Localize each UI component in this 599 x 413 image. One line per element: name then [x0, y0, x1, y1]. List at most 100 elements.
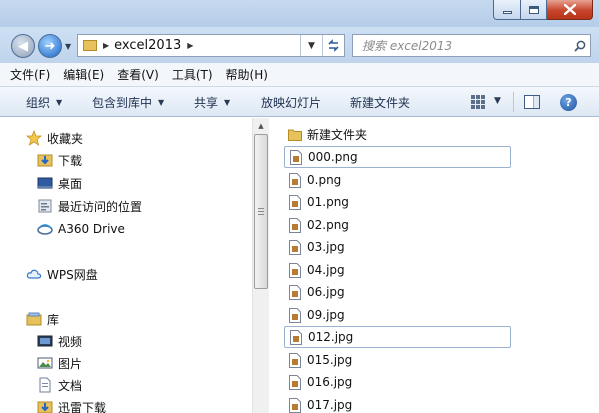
list-item-file[interactable]: 012.jpg	[284, 326, 511, 348]
image-file-icon	[288, 374, 302, 390]
list-item-file[interactable]: 000.png	[284, 146, 511, 168]
minimize-button[interactable]	[493, 0, 521, 20]
scroll-up-arrow-icon[interactable]: ▲	[253, 118, 269, 134]
nav-label: 库	[47, 312, 60, 327]
include-in-library-button[interactable]: 包含到库中 ▼	[92, 87, 164, 117]
image-file-icon	[288, 352, 302, 368]
list-item-file[interactable]: 01.png	[284, 191, 511, 213]
nav-item-recent[interactable]: 最近访问的位置	[37, 196, 142, 216]
share-label: 共享	[194, 95, 219, 110]
list-item-file[interactable]: 02.png	[284, 214, 511, 236]
list-item-file[interactable]: 0.png	[284, 169, 511, 191]
nav-item-wps-drive[interactable]: WPS网盘	[26, 264, 98, 284]
file-name: 015.jpg	[307, 353, 353, 367]
share-button[interactable]: 共享 ▼	[194, 87, 230, 117]
organize-button[interactable]: 组织 ▼	[26, 87, 62, 117]
nav-item-videos[interactable]: 视频	[37, 331, 82, 351]
nav-item-desktop[interactable]: 桌面	[37, 173, 82, 193]
file-name: 017.jpg	[307, 398, 353, 412]
nav-item-downloads[interactable]: 下载	[37, 150, 82, 170]
recent-places-icon	[37, 198, 53, 214]
file-name: 0.png	[307, 173, 342, 187]
file-name: 012.jpg	[308, 330, 354, 344]
nav-label: A360 Drive	[58, 222, 125, 236]
pictures-icon	[37, 355, 53, 371]
image-file-icon	[288, 172, 302, 188]
change-view-icon[interactable]	[471, 95, 485, 109]
list-item-file[interactable]: 06.jpg	[284, 281, 511, 303]
file-name: 04.jpg	[307, 263, 345, 277]
address-bar[interactable]: ▶ excel2013 ▶ ▼	[77, 34, 345, 57]
menu-bar: 文件(F) 编辑(E) 查看(V) 工具(T) 帮助(H)	[0, 63, 599, 87]
breadcrumb-current[interactable]: excel2013	[114, 38, 181, 53]
menu-edit[interactable]: 编辑(E)	[63, 66, 104, 83]
folder-icon	[288, 126, 302, 142]
navigation-scrollbar[interactable]: ▲	[252, 118, 269, 413]
view-options-dropdown[interactable]: ▼	[494, 96, 501, 106]
nav-label: 文档	[58, 378, 83, 393]
image-file-icon	[288, 307, 302, 323]
a360-drive-icon	[37, 221, 53, 237]
nav-item-pictures[interactable]: 图片	[37, 353, 82, 373]
list-item-folder[interactable]: 新建文件夹	[284, 123, 511, 145]
image-file-icon	[288, 239, 302, 255]
menu-file[interactable]: 文件(F)	[10, 66, 50, 83]
address-history-dropdown[interactable]: ▼	[300, 35, 322, 56]
minimize-icon	[502, 11, 512, 14]
slideshow-label: 放映幻灯片	[261, 95, 322, 110]
nav-item-xunlei-downloads[interactable]: 迅雷下载	[37, 397, 106, 413]
menu-help[interactable]: 帮助(H)	[226, 66, 268, 83]
back-button[interactable]: ◀	[11, 34, 35, 58]
help-icon[interactable]: ?	[560, 94, 577, 111]
slideshow-button[interactable]: 放映幻灯片	[261, 87, 321, 117]
folder-icon	[83, 40, 97, 51]
file-name: 09.jpg	[307, 308, 345, 322]
image-file-icon	[288, 397, 302, 413]
menu-view[interactable]: 查看(V)	[117, 66, 159, 83]
nav-item-libraries[interactable]: 库	[26, 309, 59, 329]
breadcrumb-chevron-icon[interactable]: ▶	[103, 41, 109, 50]
new-folder-button[interactable]: 新建文件夹	[350, 87, 410, 117]
maximize-button[interactable]	[521, 0, 547, 20]
list-item-file[interactable]: 09.jpg	[284, 304, 511, 326]
file-name: 02.png	[307, 218, 349, 232]
file-name: 新建文件夹	[307, 127, 368, 142]
list-item-file[interactable]: 04.jpg	[284, 259, 511, 281]
file-name: 03.jpg	[307, 240, 345, 254]
desktop-icon	[37, 175, 53, 191]
search-input[interactable]: 搜索 excel2013	[362, 37, 570, 54]
list-item-file[interactable]: 015.jpg	[284, 349, 511, 371]
search-box[interactable]: 搜索 excel2013	[352, 34, 591, 57]
menu-tools[interactable]: 工具(T)	[172, 66, 213, 83]
scroll-thumb[interactable]	[254, 134, 268, 289]
file-name: 06.jpg	[307, 285, 345, 299]
star-icon	[26, 130, 42, 146]
preview-pane-icon[interactable]	[524, 95, 540, 109]
list-item-file[interactable]: 017.jpg	[284, 394, 511, 413]
image-file-icon	[288, 262, 302, 278]
recent-pages-dropdown[interactable]: ▼	[65, 42, 71, 51]
list-item-file[interactable]: 03.jpg	[284, 236, 511, 258]
navigation-pane: 收藏夹 下载 桌面 最近访问的位置 A360 Drive WPS网盘 库 视频 …	[0, 118, 252, 413]
forward-button[interactable]: ➜	[38, 34, 62, 58]
breadcrumb-chevron-icon[interactable]: ▶	[187, 41, 193, 50]
nav-label: 视频	[58, 334, 83, 349]
search-icon[interactable]	[570, 40, 590, 52]
command-toolbar: 组织 ▼ 包含到库中 ▼ 共享 ▼ 放映幻灯片 新建文件夹 ▼ ?	[0, 87, 599, 117]
video-icon	[37, 333, 53, 349]
navigation-bar: ◀ ➜ ▼ ▶ excel2013 ▶ ▼ 搜索 excel2013	[0, 27, 599, 63]
image-file-icon	[288, 284, 302, 300]
xunlei-folder-icon	[37, 399, 53, 413]
refresh-button[interactable]	[322, 35, 344, 56]
cloud-icon	[26, 266, 42, 282]
list-item-file[interactable]: 016.jpg	[284, 371, 511, 393]
nav-item-a360-drive[interactable]: A360 Drive	[37, 219, 125, 239]
image-file-icon	[288, 194, 302, 210]
grip-line	[258, 211, 264, 212]
nav-item-favorites[interactable]: 收藏夹	[26, 128, 83, 148]
close-button[interactable]	[547, 0, 593, 20]
chevron-down-icon: ▼	[56, 97, 63, 107]
nav-item-documents[interactable]: 文档	[37, 375, 82, 395]
file-list: 新建文件夹 000.png 0.png 01.png 02.png 03.jpg	[270, 118, 599, 413]
file-name: 01.png	[307, 195, 349, 209]
